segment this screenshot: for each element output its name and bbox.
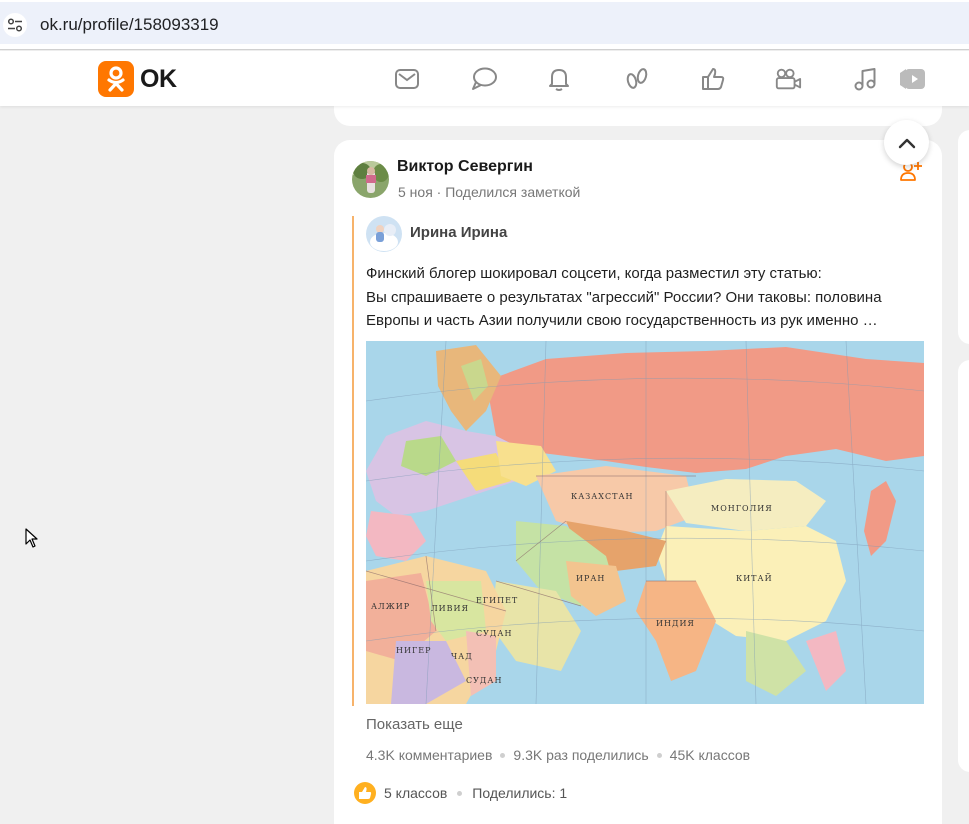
post-footer: 5 классов Поделились: 1 xyxy=(354,782,567,804)
shares-count[interactable]: 9.3K раз поделились xyxy=(513,747,648,763)
post-shares-count[interactable]: Поделились: 1 xyxy=(472,785,567,801)
map-label: МОНГОЛИЯ xyxy=(711,504,773,513)
map-label: ЧАД xyxy=(451,652,473,661)
map-label: КАЗАХСТАН xyxy=(571,492,633,501)
mouse-cursor-icon xyxy=(25,528,39,553)
notifications-icon[interactable] xyxy=(545,65,573,93)
discussions-icon[interactable] xyxy=(470,65,498,93)
separator-dot xyxy=(457,790,463,796)
show-more-link[interactable]: Показать еще xyxy=(366,716,463,733)
thumbs-up-icon[interactable] xyxy=(354,782,376,804)
right-column-card xyxy=(958,130,969,344)
shared-author-name[interactable]: Ирина Ирина xyxy=(410,224,507,241)
separator-dot xyxy=(656,752,662,758)
guests-icon[interactable] xyxy=(623,65,651,93)
map-label: НИГЕР xyxy=(396,646,431,655)
right-column-card xyxy=(958,360,969,772)
shared-stats: 4.3K комментариев 9.3K раз поделились 45… xyxy=(366,747,750,763)
browser-address-bar: ok.ru/profile/158093319 xyxy=(0,0,969,50)
video-showcase-icon[interactable] xyxy=(896,65,926,93)
meta-separator: · xyxy=(436,184,446,200)
site-header: OK xyxy=(0,51,969,106)
map-label: КИТАЙ xyxy=(736,574,773,583)
map-label: ИРАН xyxy=(576,574,605,583)
post-likes-count[interactable]: 5 классов xyxy=(384,785,447,801)
map-label: СУДАН xyxy=(466,676,502,685)
map-label: СУДАН xyxy=(476,629,512,638)
url-pill[interactable]: ok.ru/profile/158093319 xyxy=(0,2,969,44)
separator-dot xyxy=(500,752,506,758)
ok-logo-icon xyxy=(98,61,134,97)
map-label: АЛЖИР xyxy=(371,602,410,611)
post-image-political-map[interactable]: КАЗАХСТАН МОНГОЛИЯ ИРАН ЛИВИЯ АЛЖИР ЕГИП… xyxy=(366,341,924,704)
messages-icon[interactable] xyxy=(393,65,421,93)
events-icon[interactable] xyxy=(699,65,727,93)
url-text[interactable]: ok.ru/profile/158093319 xyxy=(40,15,219,35)
tune-icon[interactable] xyxy=(3,13,27,37)
map-label: ИНДИЯ xyxy=(656,619,695,628)
shared-quote-bar xyxy=(352,216,354,706)
author-name[interactable]: Виктор Севергин xyxy=(397,158,533,176)
post-text-line: Вы спрашиваете о результатах "агрессий" … xyxy=(366,288,882,306)
shared-post-text[interactable]: Финский блогер шокировал соцсети, когда … xyxy=(366,262,926,333)
post-action: Поделился заметкой xyxy=(445,184,581,200)
author-avatar[interactable] xyxy=(352,161,389,198)
ok-logo-text: OK xyxy=(140,64,177,93)
map-label: ЕГИПЕТ xyxy=(476,596,518,605)
map-label: ЛИВИЯ xyxy=(431,604,469,613)
shared-author-avatar[interactable] xyxy=(366,216,402,252)
post-text-line: Европы и часть Азии получили свою госуда… xyxy=(366,312,878,329)
post-text-line: Финский блогер шокировал соцсети, когда … xyxy=(366,265,822,282)
likes-count[interactable]: 45K классов xyxy=(670,747,750,763)
music-icon[interactable] xyxy=(851,65,879,93)
post-date[interactable]: 5 ноя xyxy=(398,184,433,200)
post-meta: 5 ноя · Поделился заметкой xyxy=(398,184,580,200)
ok-logo[interactable]: OK xyxy=(98,61,177,97)
comments-count[interactable]: 4.3K комментариев xyxy=(366,747,492,763)
scroll-to-top-button[interactable] xyxy=(884,120,929,165)
video-icon[interactable] xyxy=(774,65,802,93)
chevron-up-icon xyxy=(898,138,915,148)
